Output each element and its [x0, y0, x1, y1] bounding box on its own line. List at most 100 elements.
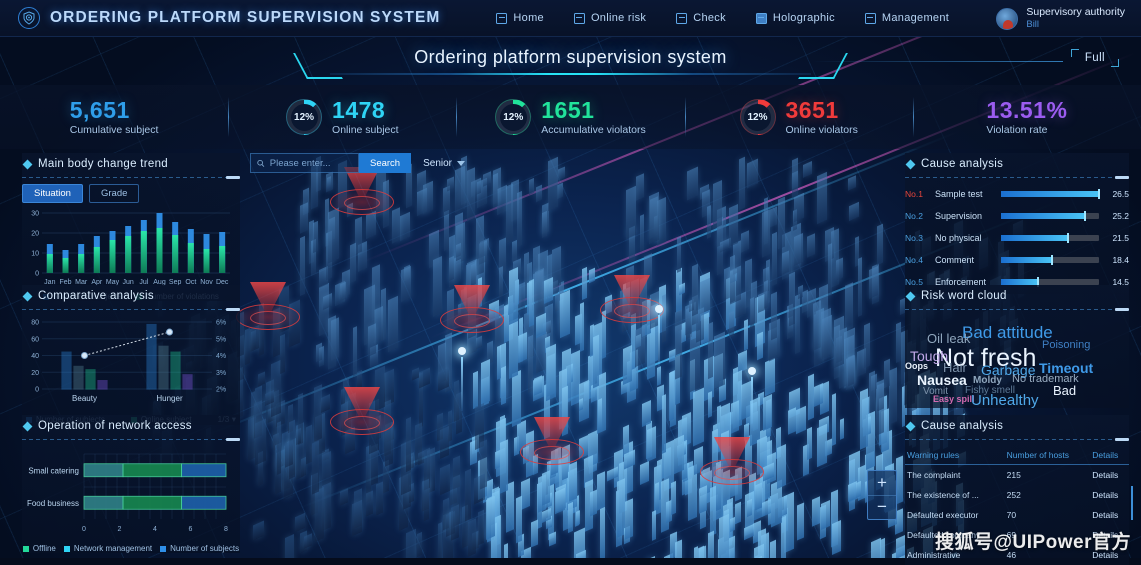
kpi-label: Violation rate: [986, 124, 1048, 137]
nav-item-check[interactable]: Check: [676, 12, 726, 24]
alert-marker[interactable]: [236, 282, 300, 330]
svg-text:0: 0: [35, 271, 39, 278]
details-link[interactable]: Details: [1090, 465, 1129, 486]
kpi-label: Online violators: [785, 124, 858, 137]
table-row: The complaint 215 Details: [905, 465, 1129, 486]
map-zoom-controls[interactable]: + −: [867, 470, 897, 520]
details-link[interactable]: Details: [1090, 505, 1129, 525]
search-input-wrap[interactable]: [250, 153, 359, 173]
comparative-analysis-chart[interactable]: 0 20 40 60 80 2% 3% 4% 5% 6% Beauty Hunger: [22, 316, 236, 411]
cause-rank: No.1: [905, 189, 923, 199]
kpi-donut: 12%: [739, 99, 776, 135]
svg-text:Food business: Food business: [27, 499, 79, 508]
svg-text:6: 6: [189, 526, 193, 533]
svg-text:60: 60: [31, 336, 39, 343]
panel-title: Cause analysis: [921, 420, 1004, 432]
panel-header: Comparative analysis: [22, 285, 240, 307]
senior-filter-dropdown[interactable]: Senior: [423, 158, 465, 169]
nav-item-home[interactable]: Home: [496, 12, 544, 24]
network-access-chart[interactable]: Small catering Food business 0 2 4 6 8: [22, 446, 236, 541]
panel-header: Operation of network access: [22, 415, 240, 437]
chevron-down-icon: [457, 160, 465, 166]
top-navigation-bar: ORDERING PLATFORM SUPERVISION SYSTEM Hom…: [0, 0, 1141, 37]
word-cloud-term[interactable]: Bad attitude: [962, 324, 1053, 341]
cause-row[interactable]: No.4 Comment 18.4: [905, 250, 1129, 270]
word-cloud-term[interactable]: Oops: [905, 362, 928, 371]
main-body-trend-chart[interactable]: 0102030Jan Feb Mar Apr May Jun Jul Aug Sep Oct Nov…: [22, 207, 236, 289]
alert-marker[interactable]: [330, 387, 394, 435]
cause-value: 21.5: [1112, 233, 1129, 243]
alert-marker[interactable]: [330, 167, 394, 215]
word-cloud-term[interactable]: Nausea: [917, 373, 967, 387]
svg-text:8: 8: [224, 526, 228, 533]
kpi-card: 12% 1651 Accumulative violators: [456, 85, 684, 149]
legend-swatch: [160, 545, 167, 552]
fullscreen-button[interactable]: Full: [1070, 49, 1120, 67]
table-scrollbar[interactable]: [1131, 486, 1133, 520]
map-search-bar: Search Senior: [250, 153, 465, 173]
user-avatar: [996, 7, 1019, 30]
word-cloud-term[interactable]: Poisoning: [1042, 340, 1090, 351]
map-zoom-out-button[interactable]: −: [868, 496, 896, 520]
legend-label: Offline: [32, 544, 56, 553]
svg-text:6%: 6%: [216, 320, 226, 327]
cause-name: Comment: [935, 255, 975, 265]
kpi-label: Cumulative subject: [69, 124, 159, 137]
nav-item-management[interactable]: Management: [864, 12, 949, 24]
legend-item: Network management: [63, 544, 152, 553]
holographic-panel-icon: [755, 12, 767, 24]
map-zoom-in-button[interactable]: +: [868, 471, 896, 496]
table-column-header: Details: [1090, 446, 1129, 465]
cause-rank: No.4: [905, 255, 923, 265]
cause-row[interactable]: No.3 No physical 21.5: [905, 228, 1129, 248]
word-cloud-term[interactable]: Bad: [1053, 384, 1076, 397]
alert-marker[interactable]: [700, 437, 764, 485]
nav-item-online-risk[interactable]: Online risk: [573, 12, 646, 24]
cell-warning-rule: The existence of ...: [907, 490, 979, 500]
cause-value: 25.2: [1112, 211, 1129, 221]
svg-text:0: 0: [82, 526, 86, 533]
alert-marker[interactable]: [440, 285, 504, 333]
alert-marker[interactable]: [520, 417, 584, 465]
cause-value: 26.5: [1112, 189, 1129, 199]
cell-warning-rule: The complaint: [907, 470, 961, 480]
cause-row[interactable]: No.2 Supervision 25.2: [905, 206, 1129, 226]
main-nav: Home Online risk Check Holographic Managemen…: [496, 12, 949, 24]
kpi-card: 5,651 Cumulative subject: [0, 85, 228, 149]
svg-text:10: 10: [31, 251, 39, 258]
cause-progress-bar: [1001, 211, 1099, 221]
kpi-value: 1478: [332, 96, 386, 123]
legend-label: Number of subjects: [170, 544, 240, 553]
user-profile[interactable]: Supervisory authority Bill: [996, 6, 1125, 31]
user-role: Supervisory authority: [1026, 6, 1125, 18]
svg-text:0: 0: [35, 387, 39, 394]
word-cloud-term[interactable]: Easy spill: [933, 395, 975, 404]
svg-text:Hunger: Hunger: [156, 394, 183, 403]
diamond-icon: [905, 159, 916, 169]
diamond-icon: [22, 291, 33, 301]
tab-situation[interactable]: Situation: [22, 184, 83, 203]
cause-row[interactable]: No.1 Sample test 26.5: [905, 184, 1129, 204]
panel-divider: [22, 176, 240, 179]
alert-marker[interactable]: [600, 275, 664, 323]
search-input[interactable]: [269, 157, 352, 169]
legend-swatch: [22, 545, 29, 552]
word-cloud-term[interactable]: Unhealthy: [971, 393, 1039, 408]
nav-item-holographic[interactable]: Holographic: [755, 12, 835, 24]
svg-text:Small catering: Small catering: [28, 466, 79, 475]
panel-divider: [22, 438, 240, 441]
nav-item-label: Home: [513, 12, 544, 24]
svg-text:2: 2: [118, 526, 122, 533]
panel-title: Operation of network access: [38, 420, 192, 432]
svg-text:20: 20: [31, 370, 39, 377]
tab-grade[interactable]: Grade: [88, 184, 140, 203]
search-button[interactable]: Search: [358, 153, 412, 173]
app-title: ORDERING PLATFORM SUPERVISION SYSTEM: [50, 9, 441, 26]
word-cloud-term[interactable]: Oil leak: [927, 332, 970, 345]
details-link[interactable]: Details: [1090, 485, 1129, 505]
svg-text:3%: 3%: [216, 370, 226, 377]
kpi-value: 13.51%: [986, 96, 1068, 123]
panel-risk-word-cloud: Risk word cloud Not fresh Bad attitude Oil…: [905, 285, 1129, 408]
kpi-value: 5,651: [69, 96, 130, 123]
diamond-icon: [22, 159, 33, 169]
